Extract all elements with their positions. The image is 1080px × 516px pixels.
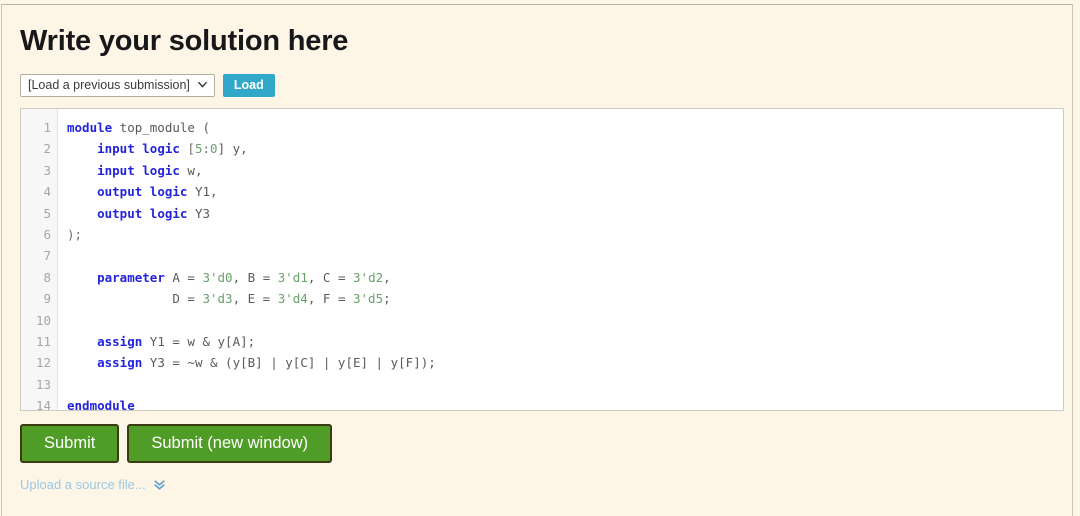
line-number: 5 [43,205,51,221]
line-number: 6 [43,226,51,242]
code-line: output logic Y3 [67,203,1063,224]
code-token: ); [67,226,83,242]
code-token: 0 [210,141,218,157]
code-line: module top_module ( [67,117,1063,138]
code-line: D = 3'd3, E = 3'd4, F = 3'd5; [67,288,1063,309]
code-token: top_module ( [112,120,210,135]
load-submission-row: [Load a previous submission] Load [2,59,1072,97]
code-token: 3'd4 [277,291,308,307]
editor-code-area[interactable]: module top_module ( input logic [5:0] y,… [58,109,1063,410]
code-token: input logic [97,141,180,157]
code-line: assign Y1 = w & y[A]; [67,331,1063,352]
code-token: Y3 [187,205,210,221]
line-number: 10 [35,312,51,328]
upload-source-file-link[interactable]: Upload a source file... [20,477,146,492]
code-token: parameter [97,269,165,285]
previous-submission-select[interactable]: [Load a previous submission] [20,74,215,97]
code-token: , E = [232,291,278,307]
code-token: A = [164,269,203,285]
code-token: , C = [307,269,354,285]
load-button[interactable]: Load [222,74,275,97]
line-number: 11 [35,333,51,349]
code-line: assign Y3 = ~w & (y[B] | y[C] | y[E] | y… [67,352,1063,373]
code-token: D = [67,291,203,307]
line-number: 14 [35,398,51,411]
code-token: , F = [307,291,353,307]
code-token: w, [179,162,203,178]
line-number: 7 [43,248,51,264]
line-number: 3 [43,162,51,178]
code-line: parameter A = 3'd0, B = 3'd1, C = 3'd2, [67,267,1063,288]
code-token: Y1, [187,184,218,200]
code-line: endmodule [67,395,1063,411]
line-number: 13 [35,376,51,392]
code-token: Y1 = w & y[A]; [142,333,256,349]
code-token: assign [97,355,143,371]
code-token: assign [97,333,143,349]
code-token: 3'd0 [202,269,233,285]
double-chevron-down-icon[interactable] [153,478,166,491]
code-token: [ [179,141,195,157]
line-number: 8 [43,269,51,285]
line-number: 12 [35,355,51,371]
line-number: 9 [43,291,51,307]
code-token: ] y, [217,141,248,157]
submit-button[interactable]: Submit [20,424,120,463]
code-line: ); [67,224,1063,245]
upload-source-file-row: Upload a source file... [2,463,1072,492]
code-token: endmodule [67,398,135,411]
page-container: Write your solution here [Load a previou… [1,4,1073,516]
code-token: 3'd2 [353,269,384,285]
code-line: output logic Y1, [67,181,1063,202]
code-token: output logic [97,184,188,200]
code-token: ; [383,291,391,307]
code-editor[interactable]: 1 2 3 4 5 6 7 8 9 10 11 12 13 14 module top_module ( … [20,108,1064,411]
code-token: 3'd3 [202,291,233,307]
code-token: input logic [97,162,180,178]
code-token: : [202,141,211,157]
code-token: output logic [97,205,188,221]
code-token: 3'd1 [277,269,308,285]
code-token: , B = [232,269,278,285]
line-number: 1 [43,120,51,135]
code-token: Y3 = ~w & (y[B] | y[C] | y[E] | y[F]); [142,355,436,371]
page-title: Write your solution here [20,25,349,57]
code-token: , [383,269,391,285]
line-number: 4 [43,184,51,200]
submit-new-window-button[interactable]: Submit (new window) [127,424,333,463]
previous-submission-selected-value: [Load a previous submission] [28,78,190,92]
code-token: module [67,120,113,135]
chevron-down-icon [198,81,207,88]
code-line: input logic w, [67,160,1063,181]
code-line: input logic [5:0] y, [67,138,1063,159]
code-token: 3'd5 [353,291,384,307]
line-number: 2 [43,141,51,157]
code-token: 5 [194,141,203,157]
submit-row: Submit Submit (new window) [2,411,1072,463]
editor-gutter: 1 2 3 4 5 6 7 8 9 10 11 12 13 14 [21,109,58,410]
